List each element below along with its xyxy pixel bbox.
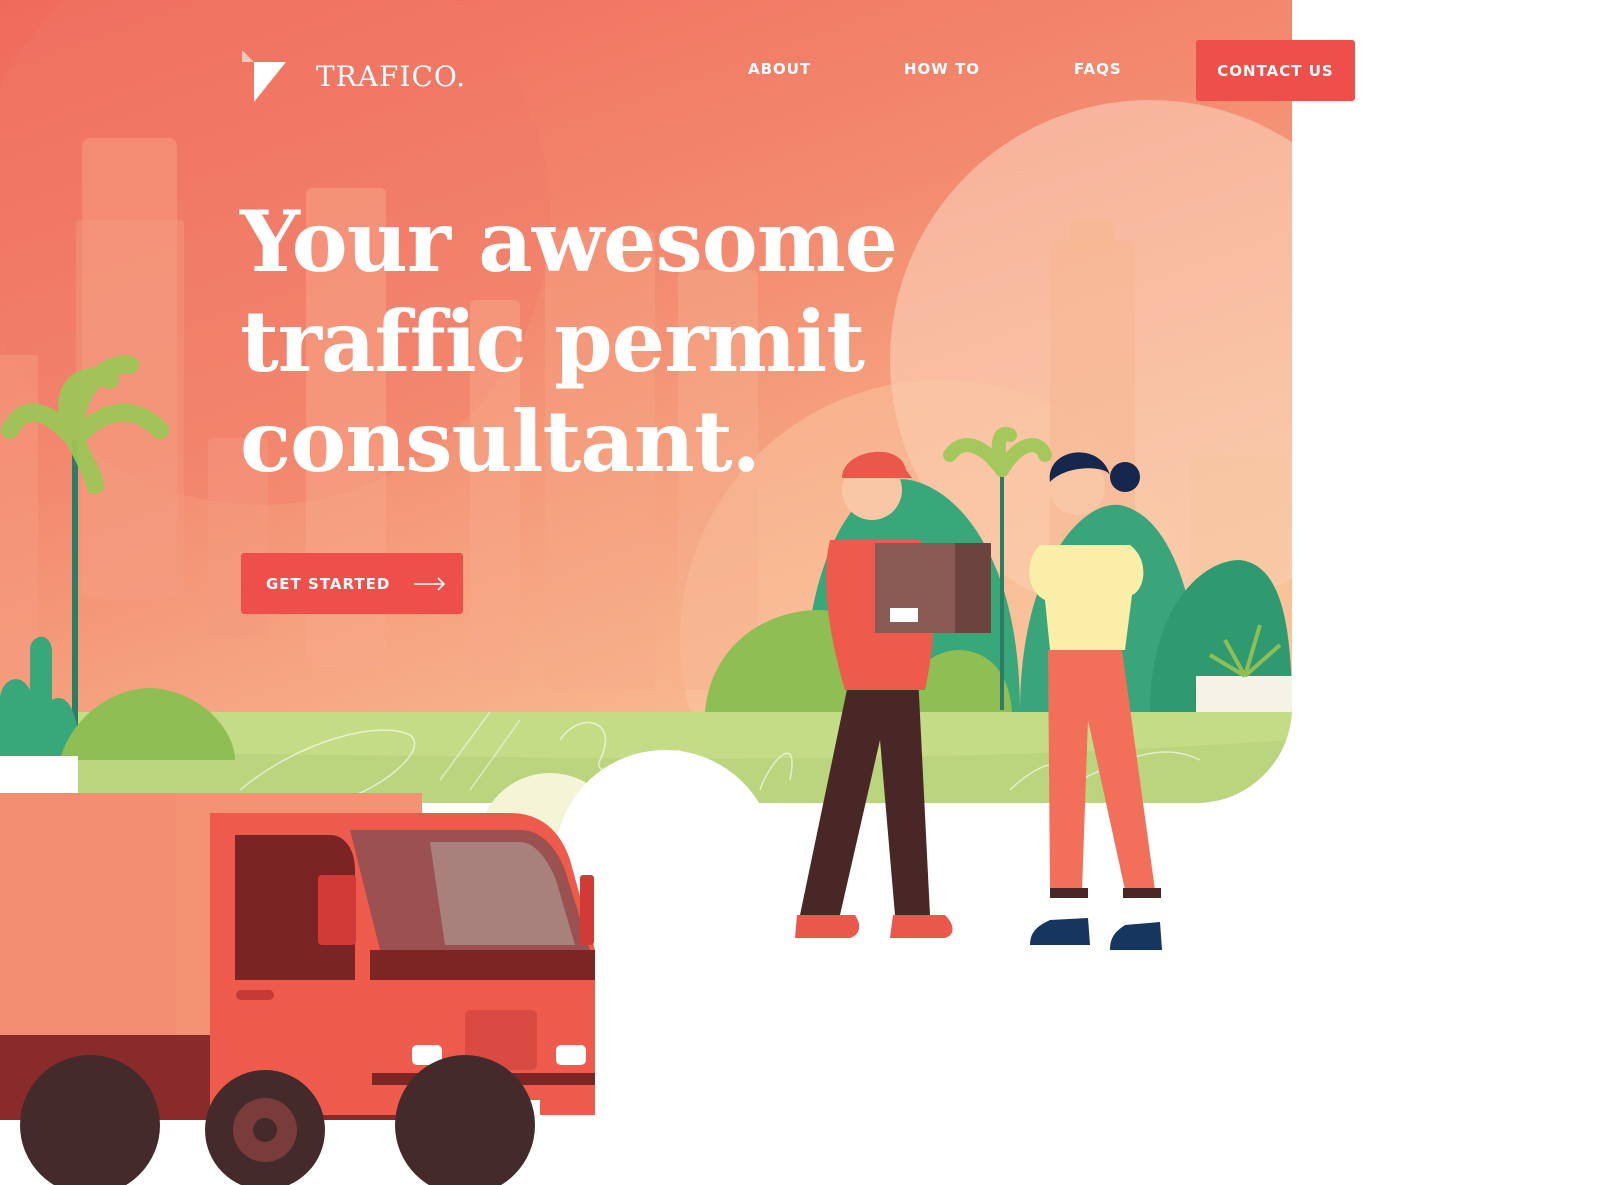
arrow-right-icon <box>414 576 446 591</box>
brand-logo[interactable]: TRAFICO. <box>240 50 466 102</box>
hero-headline: Your awesome traffic permit consultant. <box>240 192 960 492</box>
nav-how-to[interactable]: HOW TO <box>904 60 980 78</box>
headline-line-2: traffic permit <box>240 292 865 391</box>
nav-faqs[interactable]: FAQS <box>1074 60 1122 78</box>
nav-about[interactable]: ABOUT <box>748 60 811 78</box>
get-started-label: GET STARTED <box>266 574 391 593</box>
contact-us-button[interactable]: CONTACT US <box>1196 40 1355 101</box>
headline-line-3: consultant. <box>240 392 761 491</box>
headline-line-1: Your awesome <box>240 192 898 291</box>
woman-illustration <box>1029 452 1162 950</box>
delivery-man-illustration <box>795 451 991 938</box>
brand-name: TRAFICO. <box>316 59 467 93</box>
truck-illustration <box>0 793 595 1185</box>
get-started-button[interactable]: GET STARTED <box>241 553 463 614</box>
delivery-scene-illustration <box>0 451 1162 1185</box>
triangle-logo-icon <box>242 50 286 102</box>
